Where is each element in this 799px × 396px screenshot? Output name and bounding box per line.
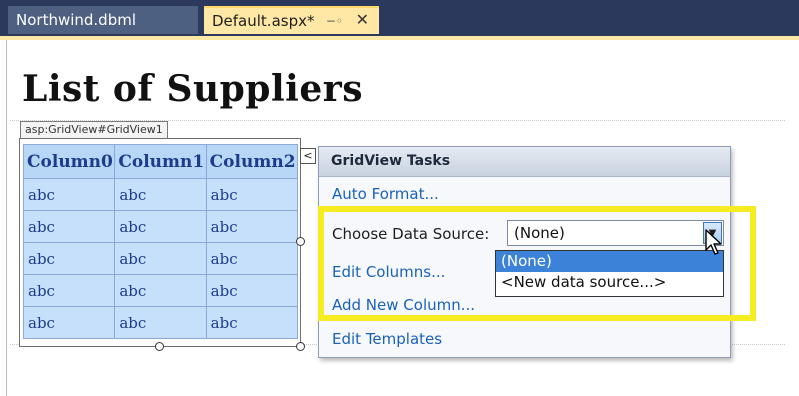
tab-northwind-dbml[interactable]: Northwind.dbml: [8, 6, 198, 34]
data-source-dropdown-list: (None) <New data source...>: [495, 250, 724, 297]
table-cell: abc: [205, 306, 299, 339]
table-row: abc abc abc: [22, 306, 299, 339]
option-new-data-source[interactable]: <New data source...>: [496, 272, 723, 293]
table-cell: abc: [114, 274, 207, 307]
table-cell: abc: [114, 242, 207, 275]
table-cell: abc: [114, 178, 207, 211]
table-cell: abc: [22, 242, 116, 275]
pin-icon[interactable]: −◦: [326, 14, 343, 28]
edit-templates-link[interactable]: Edit Templates: [332, 330, 442, 348]
table-cell: abc: [22, 210, 116, 243]
table-cell: abc: [205, 210, 299, 243]
table-row: abc abc abc: [22, 274, 299, 307]
table-cell: abc: [205, 178, 299, 211]
document-tab-strip: Northwind.dbml Default.aspx* −◦ ✕: [0, 0, 799, 40]
table-cell: abc: [205, 242, 299, 275]
tasks-panel-header: GridView Tasks: [319, 147, 730, 177]
table-cell: abc: [22, 178, 116, 211]
gridview-control-tag[interactable]: asp:GridView#GridView1: [20, 121, 168, 138]
table-cell: abc: [22, 274, 116, 307]
table-header-row: Column0 Column1 Column2: [22, 144, 299, 179]
table-row: abc abc abc: [22, 242, 299, 275]
table-cell: abc: [114, 306, 207, 339]
tab-label: Default.aspx*: [212, 12, 315, 30]
tab-label: Northwind.dbml: [16, 11, 137, 29]
table-row: abc abc abc: [22, 178, 299, 211]
table-cell: abc: [114, 210, 207, 243]
option-none[interactable]: (None): [496, 251, 723, 272]
resize-handle-bottom[interactable]: [155, 342, 164, 351]
table-cell: abc: [22, 306, 116, 339]
column-header: Column2: [205, 144, 299, 179]
gridview-table: Column0 Column1 Column2 abc abc abc abc …: [22, 144, 299, 339]
column-header: Column0: [22, 144, 116, 179]
table-cell: abc: [205, 274, 299, 307]
designer-window: Northwind.dbml Default.aspx* −◦ ✕ List o…: [0, 0, 799, 396]
auto-format-link[interactable]: Auto Format...: [332, 185, 439, 203]
close-icon[interactable]: ✕: [356, 10, 369, 29]
resize-handle-corner[interactable]: [296, 342, 305, 351]
tab-default-aspx[interactable]: Default.aspx* −◦ ✕: [204, 6, 379, 34]
smart-tag-collapse-button[interactable]: <: [300, 148, 316, 164]
column-header: Column1: [114, 144, 207, 179]
table-row: abc abc abc: [22, 210, 299, 243]
page-title: List of Suppliers: [22, 68, 363, 110]
mouse-cursor-icon: [705, 229, 722, 255]
gridview-control[interactable]: Column0 Column1 Column2 abc abc abc abc …: [19, 138, 301, 347]
resize-handle-right[interactable]: [296, 237, 305, 246]
